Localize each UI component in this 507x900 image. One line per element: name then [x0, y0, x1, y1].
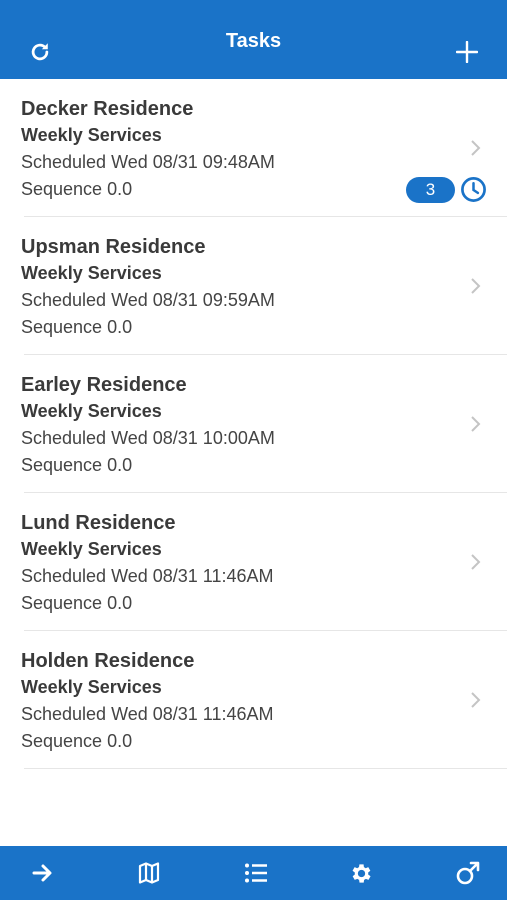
task-name: Lund Residence	[21, 512, 176, 534]
task-service: Weekly Services	[21, 401, 162, 421]
task-name: Earley Residence	[21, 374, 187, 396]
chevron-right-icon	[471, 554, 481, 570]
plus-icon	[456, 41, 478, 63]
bottom-tab-bar	[0, 846, 507, 900]
task-sequence: Sequence 0.0	[21, 454, 133, 475]
tab-profile[interactable]	[453, 858, 483, 888]
task-name: Decker Residence	[21, 98, 194, 120]
task-sequence: Sequence 0.0	[21, 592, 133, 613]
count-badge: 3	[406, 176, 455, 203]
task-item[interactable]: Earley Residence Weekly Services Schedul…	[0, 355, 507, 493]
task-item[interactable]: Holden Residence Weekly Services Schedul…	[0, 631, 507, 769]
header-bar: Tasks	[0, 0, 507, 79]
task-service: Weekly Services	[21, 263, 162, 283]
chevron-right-icon	[471, 416, 481, 432]
male-icon	[456, 861, 480, 885]
task-scheduled: Scheduled Wed 08/31 09:48AM	[21, 152, 275, 172]
tab-map[interactable]	[134, 858, 164, 888]
chevron-right-icon	[471, 140, 481, 156]
page-title: Tasks	[225, 29, 282, 52]
arrow-right-icon	[32, 864, 52, 882]
task-scheduled: Scheduled Wed 08/31 11:46AM	[21, 566, 274, 586]
task-service: Weekly Services	[21, 125, 162, 145]
refresh-button[interactable]	[24, 36, 56, 68]
refresh-icon	[31, 43, 49, 61]
task-scheduled: Scheduled Wed 08/31 11:46AM	[21, 704, 274, 724]
task-list: Decker Residence Weekly Services Schedul…	[0, 79, 507, 769]
task-service: Weekly Services	[21, 677, 162, 697]
task-scheduled: Scheduled Wed 08/31 09:59AM	[21, 290, 275, 310]
chevron-right-icon	[471, 278, 481, 294]
add-task-button[interactable]	[451, 36, 483, 68]
task-item[interactable]: Upsman Residence Weekly Services Schedul…	[0, 217, 507, 355]
tab-list[interactable]	[241, 858, 271, 888]
chevron-right-icon	[471, 692, 481, 708]
clock-icon	[461, 177, 486, 202]
task-name: Upsman Residence	[21, 236, 206, 258]
task-name: Holden Residence	[21, 650, 195, 672]
map-icon	[139, 862, 160, 884]
task-sequence: Sequence 0.0	[21, 316, 133, 337]
task-sequence: Sequence 0.0	[21, 730, 133, 751]
tab-next[interactable]	[28, 858, 58, 888]
task-scheduled: Scheduled Wed 08/31 10:00AM	[21, 428, 275, 448]
tab-settings[interactable]	[347, 858, 377, 888]
list-icon	[244, 863, 267, 883]
task-service: Weekly Services	[21, 539, 162, 559]
task-badges: 3	[406, 176, 487, 203]
task-item[interactable]: Decker Residence Weekly Services Schedul…	[0, 79, 507, 217]
task-item[interactable]: Lund Residence Weekly Services Scheduled…	[0, 493, 507, 631]
gear-icon	[352, 863, 371, 883]
